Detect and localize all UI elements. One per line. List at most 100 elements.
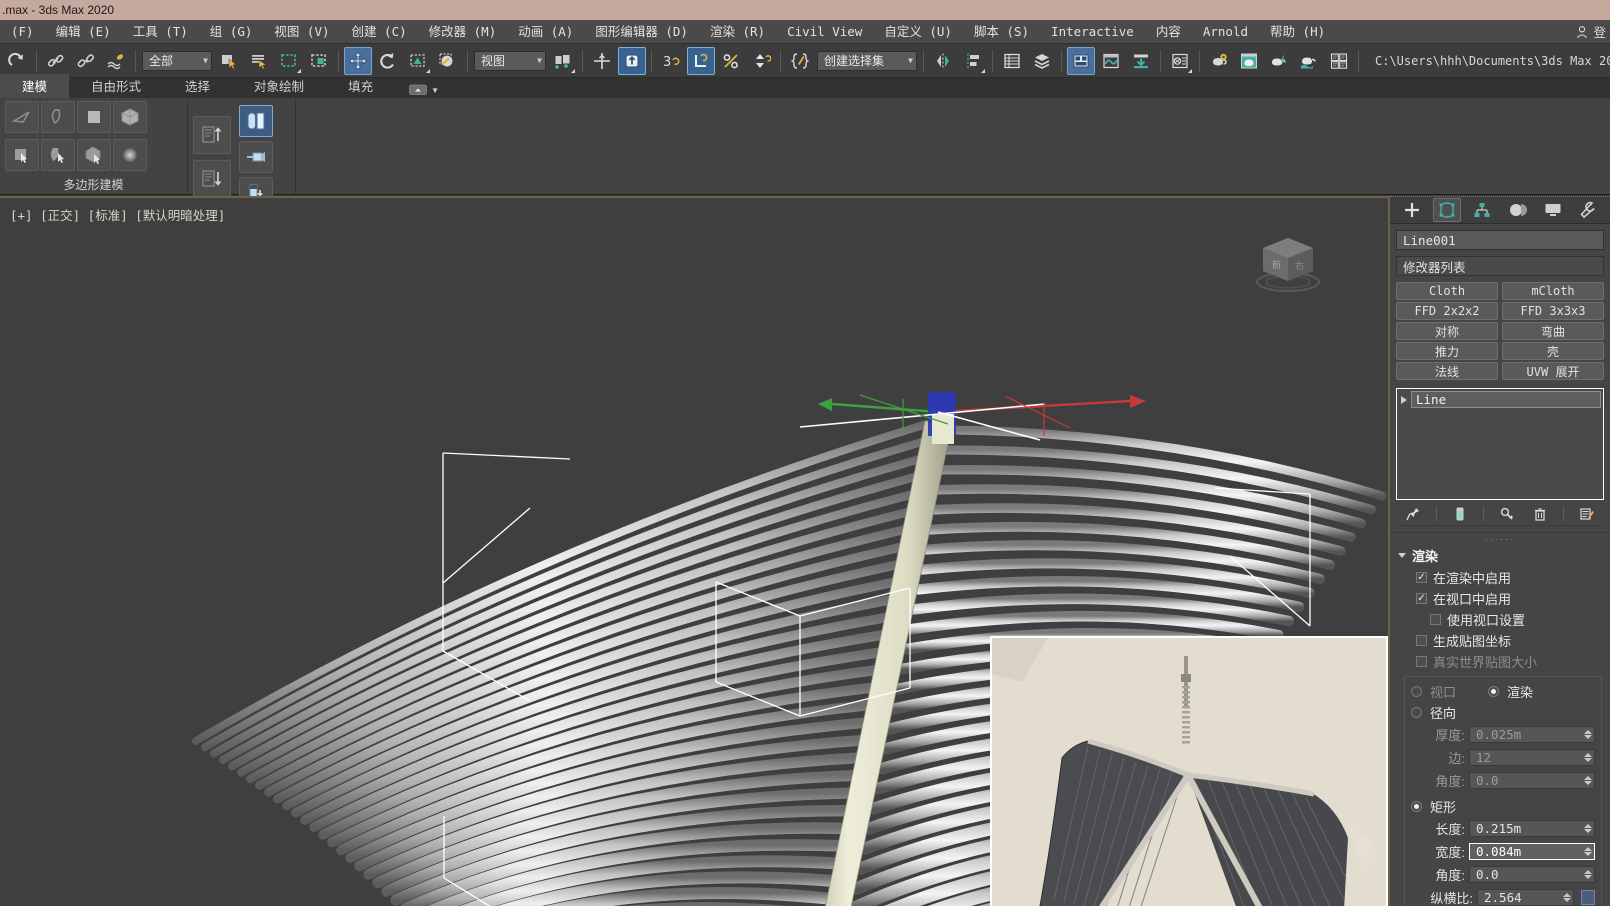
spinner-arrows-icon[interactable] <box>1584 870 1592 879</box>
spinner-arrows-icon[interactable] <box>1584 776 1592 785</box>
spinner-width[interactable]: 0.084m <box>1469 843 1595 860</box>
modify-mode-icon[interactable] <box>239 105 273 137</box>
menu-item-rendering[interactable]: 渲染 (R) <box>699 20 776 43</box>
sub-object-face-icon[interactable] <box>77 101 111 133</box>
spinner-snap-toggle-icon[interactable] <box>747 47 775 75</box>
hierarchy-tab-icon[interactable] <box>1468 198 1496 222</box>
expand-stack-icon[interactable] <box>193 160 231 198</box>
modifier-push[interactable]: 推力 <box>1396 342 1498 360</box>
spinner-rect-angle[interactable]: 0.0 <box>1469 866 1595 883</box>
checkbox-enable-in-render[interactable] <box>1416 572 1427 583</box>
sub-object-vertex-icon[interactable] <box>5 101 39 133</box>
select-vertex-mode-icon[interactable] <box>5 139 39 171</box>
ribbon-minimize-button[interactable]: ▼ <box>409 84 439 98</box>
ribbon-tab-freeform[interactable]: 自由形式 <box>69 74 163 98</box>
checkbox-row-enable-in-viewport[interactable]: 在视口中启用 <box>1390 588 1610 609</box>
ribbon-tab-populate[interactable]: 填充 <box>326 74 395 98</box>
ribbon-tab-object-paint[interactable]: 对象绘制 <box>232 74 326 98</box>
use-pivot-center-icon[interactable] <box>549 47 577 75</box>
radio-radial[interactable] <box>1411 707 1422 718</box>
checkbox-generate-mapping-coords[interactable] <box>1416 635 1427 646</box>
radio-viewport[interactable] <box>1411 686 1422 697</box>
perspective-viewport[interactable]: [+] [正交] [标准] [默认明暗处理] 前 右 <box>0 196 1388 906</box>
aspect-lock-button[interactable] <box>1581 890 1595 905</box>
spinner-arrows-icon[interactable] <box>1563 893 1571 902</box>
show-end-result-icon[interactable] <box>1450 504 1470 524</box>
menu-item-tools[interactable]: 工具 (T) <box>122 20 199 43</box>
modifier-mcloth[interactable]: mCloth <box>1502 282 1604 300</box>
rendered-frame-window-icon[interactable] <box>1166 47 1194 75</box>
render-frame-layout-icon[interactable] <box>1325 47 1353 75</box>
motion-tab-icon[interactable] <box>1504 198 1532 222</box>
coord-system-combo[interactable]: 视图 ▼ <box>474 50 546 71</box>
render-iterative-icon[interactable] <box>1235 47 1263 75</box>
utilities-tab-icon[interactable] <box>1574 198 1602 222</box>
rectangular-select-region-icon[interactable] <box>275 47 303 75</box>
percent-snap-icon[interactable]: 3 <box>657 47 685 75</box>
checkbox-real-world-map-size[interactable] <box>1416 656 1427 667</box>
expand-arrow-icon[interactable] <box>1401 395 1407 404</box>
ribbon-tab-selection[interactable]: 选择 <box>163 74 232 98</box>
angle-snap-icon[interactable] <box>618 46 646 75</box>
select-border-mode-icon[interactable] <box>41 139 75 171</box>
menu-item-create[interactable]: 创建 (C) <box>341 20 418 43</box>
menu-item-modifiers[interactable]: 修改器 (M) <box>418 20 508 43</box>
spinner-thickness[interactable]: 0.025m <box>1469 726 1595 743</box>
pin-stack-icon[interactable] <box>239 141 273 173</box>
menu-item-edit[interactable]: 编辑 (E) <box>45 20 122 43</box>
modify-tab-icon[interactable] <box>1432 198 1461 222</box>
select-and-scale-icon[interactable] <box>404 47 432 75</box>
edit-named-selection-icon[interactable] <box>786 47 814 75</box>
bind-space-warp-icon[interactable] <box>102 47 130 75</box>
selection-filter-combo[interactable]: 全部 ▼ <box>142 50 212 71</box>
create-tab-icon[interactable] <box>1398 198 1426 222</box>
spinner-arrows-icon[interactable] <box>1584 730 1592 739</box>
checkbox-row-enable-in-render[interactable]: 在渲染中启用 <box>1390 567 1610 588</box>
placement-icon[interactable] <box>434 47 462 75</box>
menu-item-customize[interactable]: 自定义 (U) <box>873 20 963 43</box>
spinner-radial-angle[interactable]: 0.0 <box>1469 772 1595 789</box>
spinner-length[interactable]: 0.215m <box>1469 820 1595 837</box>
modifier-symmetry[interactable]: 对称 <box>1396 322 1498 340</box>
display-tab-icon[interactable] <box>1539 198 1567 222</box>
menu-item-scripting[interactable]: 脚本 (S) <box>963 20 1040 43</box>
window-crossing-icon[interactable] <box>305 47 333 75</box>
menu-item-animation[interactable]: 动画 (A) <box>507 20 584 43</box>
select-and-move-icon[interactable] <box>344 46 372 75</box>
named-selection-set-combo[interactable]: 创建选择集 ▼ <box>817 50 917 71</box>
material-editor-icon[interactable] <box>1067 46 1095 75</box>
soft-selection-icon[interactable] <box>113 139 147 171</box>
scene-explorer-icon[interactable] <box>1028 47 1056 75</box>
menu-item-arnold[interactable]: Arnold <box>1192 20 1259 43</box>
unlink-icon[interactable] <box>72 47 100 75</box>
menu-item-group[interactable]: 组 (G) <box>199 20 264 43</box>
modifier-shell[interactable]: 壳 <box>1502 342 1604 360</box>
checkbox-row-use-viewport-settings[interactable]: 使用视口设置 <box>1390 609 1610 630</box>
activeshade-icon[interactable] <box>1265 47 1293 75</box>
snaps-toggle-icon[interactable] <box>588 47 616 75</box>
modifier-list-dropdown[interactable]: 修改器列表 <box>1396 256 1604 276</box>
render-to-texture-icon[interactable] <box>1295 47 1323 75</box>
checkbox-use-viewport-settings[interactable] <box>1430 614 1441 625</box>
spinner-arrows-icon[interactable] <box>1584 824 1592 833</box>
account-area[interactable]: 登 <box>1575 22 1610 41</box>
menu-item-help[interactable]: 帮助 (H) <box>1259 20 1336 43</box>
ribbon-tab-modeling[interactable]: 建模 <box>0 74 70 98</box>
redo-icon[interactable] <box>3 47 31 75</box>
make-unique-icon[interactable] <box>1497 504 1517 524</box>
modifier-cloth[interactable]: Cloth <box>1396 282 1498 300</box>
configure-modifier-sets-icon[interactable] <box>1577 504 1597 524</box>
modifier-stack[interactable]: Line <box>1396 388 1604 500</box>
render-rollout-header[interactable]: 渲染 <box>1390 544 1610 567</box>
spinner-sides[interactable]: 12 <box>1469 749 1595 766</box>
select-by-name-icon[interactable] <box>245 47 273 75</box>
menu-item-content[interactable]: 内容 <box>1145 20 1192 43</box>
spinner-arrows-icon[interactable] <box>1584 753 1592 762</box>
render-setup-icon[interactable] <box>1127 47 1155 75</box>
viewcube-icon[interactable]: 前 右 <box>1243 224 1333 304</box>
menu-item-views[interactable]: 视图 (V) <box>263 20 340 43</box>
spinner-aspect[interactable]: 2.564 <box>1477 889 1574 906</box>
object-name-field[interactable]: Line001 <box>1396 230 1604 250</box>
radio-rectangular[interactable] <box>1411 801 1422 812</box>
radio-render[interactable] <box>1488 686 1500 697</box>
